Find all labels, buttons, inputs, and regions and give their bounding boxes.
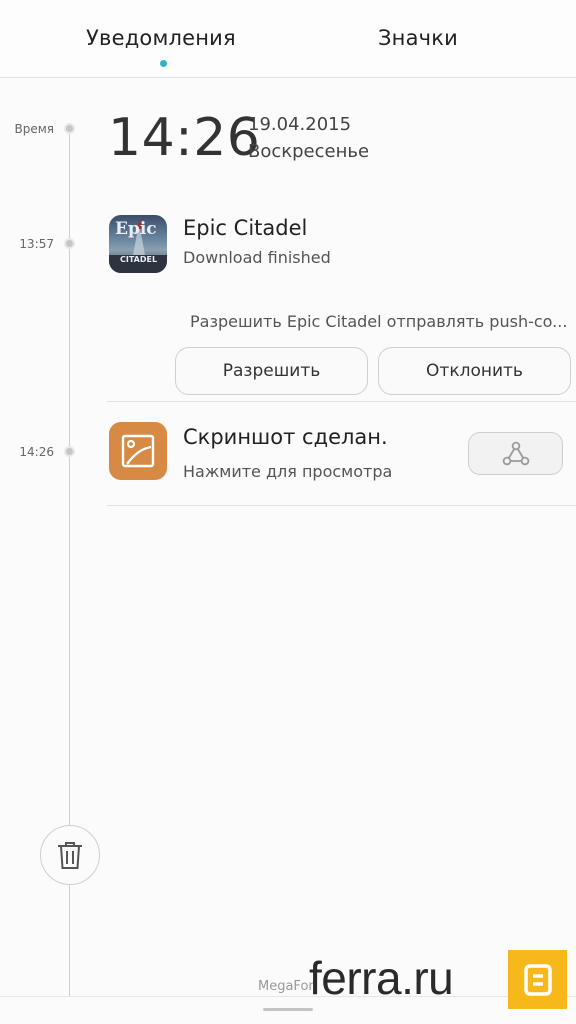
current-date: 19.04.2015 — [248, 114, 352, 135]
epic-citadel-icon[interactable]: Epic CITADEL — [109, 215, 167, 273]
clear-all-button[interactable] — [40, 825, 100, 885]
timeline-dot — [64, 446, 75, 457]
timeline-time-label: 13:57 — [19, 237, 54, 251]
carrier-name: MegaFon — [258, 979, 317, 994]
trash-icon — [58, 842, 82, 869]
active-tab-indicator — [160, 60, 167, 67]
watermark-logo-icon — [508, 950, 567, 1009]
current-weekday: Воскресенье — [248, 141, 370, 162]
divider — [107, 505, 576, 506]
push-permission-prompt: Разрешить Epic Citadel отправлять push-c… — [190, 312, 568, 331]
share-icon — [502, 441, 529, 465]
notification-subtitle: Download finished — [183, 248, 331, 267]
tab-badges[interactable]: Значки — [378, 26, 458, 50]
notification-shade: Уведомления Значки Время 13:57 14:26 14:… — [0, 0, 576, 1024]
screenshot-icon[interactable] — [109, 422, 167, 480]
epic-icon-text: Epic — [115, 219, 157, 239]
tab-notifications[interactable]: Уведомления — [86, 26, 236, 50]
watermark-text: ferra.ru — [309, 952, 454, 1004]
notification-title[interactable]: Скриншот сделан. — [183, 425, 388, 449]
timeline-header-label: Время — [14, 122, 54, 136]
current-time: 14:26 — [108, 108, 261, 168]
timeline-dot — [64, 238, 75, 249]
timeline-time-label: 14:26 — [19, 445, 54, 459]
tab-bar: Уведомления Значки — [0, 0, 576, 78]
share-button[interactable] — [468, 432, 563, 475]
notification-subtitle: Нажмите для просмотра — [183, 462, 393, 481]
notification-title[interactable]: Epic Citadel — [183, 216, 307, 240]
drag-handle[interactable] — [263, 1008, 313, 1011]
allow-button[interactable]: Разрешить — [175, 347, 368, 395]
timeline-dot — [64, 123, 75, 134]
deny-button[interactable]: Отклонить — [378, 347, 571, 395]
divider — [107, 401, 576, 402]
epic-icon-subtext: CITADEL — [120, 255, 158, 264]
